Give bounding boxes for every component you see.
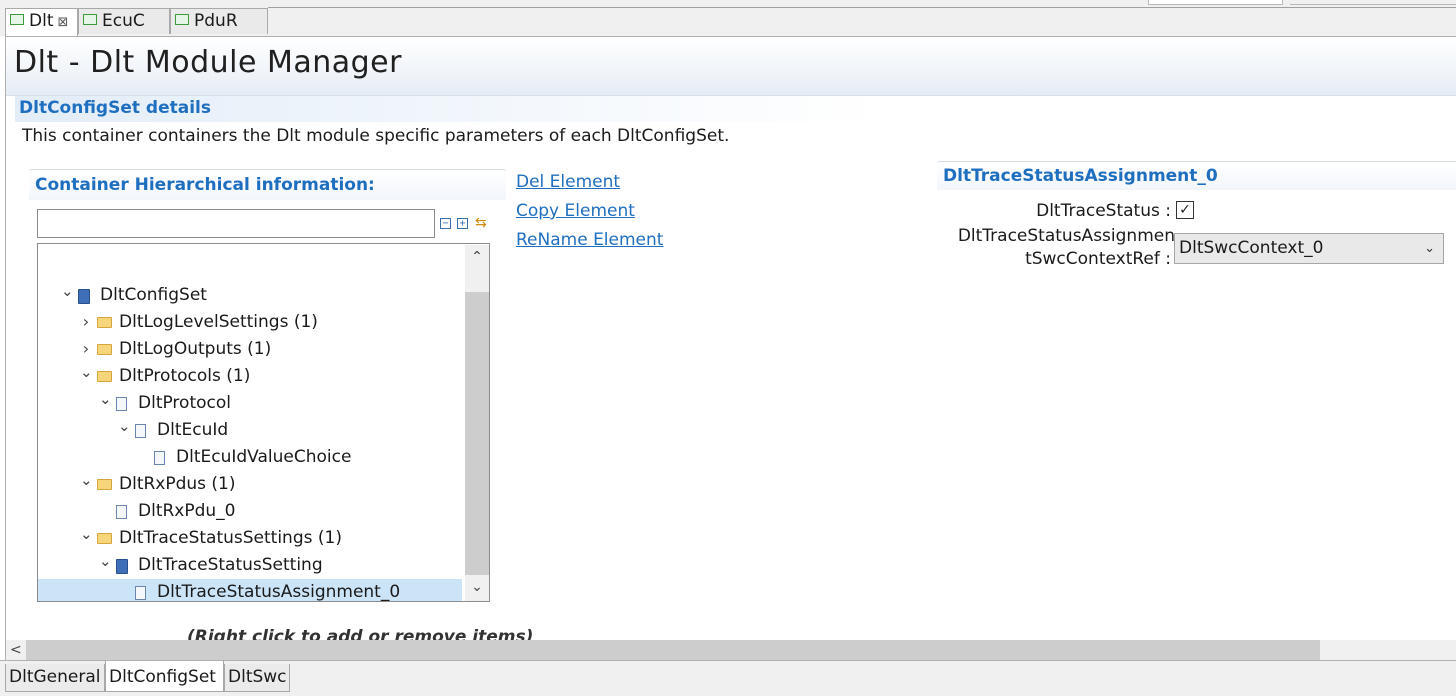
swc-context-ref-label-line1: DltTraceStatusAssignmen bbox=[957, 226, 1175, 246]
right-click-hint: (Right click to add or remove items) bbox=[187, 627, 534, 640]
copy-element-link[interactable]: Copy Element bbox=[516, 201, 635, 221]
section-title: DltConfigSet details bbox=[19, 98, 211, 118]
trace-status-checkbox[interactable]: ✓ bbox=[1176, 201, 1194, 219]
tree-node-label: DltConfigSet bbox=[100, 285, 207, 305]
tree-vertical-scrollbar[interactable]: ⌃ ⌄ bbox=[465, 245, 489, 601]
tab-dltconfigset[interactable]: DltConfigSet bbox=[105, 661, 224, 692]
chevron-down-icon[interactable]: ⌄ bbox=[80, 359, 93, 386]
tab-dlt[interactable]: Dlt ⊠ bbox=[5, 8, 78, 37]
tree-node-label: DltProtocol bbox=[138, 393, 231, 413]
tab-strip-border bbox=[268, 7, 1456, 8]
chevron-down-icon[interactable]: ⌄ bbox=[80, 521, 93, 548]
editor-file-icon bbox=[10, 14, 24, 25]
chevron-right-icon[interactable]: › bbox=[80, 308, 92, 335]
container-icon bbox=[78, 289, 90, 304]
tree-node-label: DltLogLevelSettings (1) bbox=[119, 312, 318, 332]
tree-node[interactable]: DltRxPdu_0 bbox=[38, 498, 462, 525]
tree-node[interactable]: DltTraceStatusAssignment_0 bbox=[38, 579, 462, 602]
tab-dlt-label: Dlt bbox=[29, 11, 54, 31]
rename-element-link[interactable]: ReName Element bbox=[516, 230, 663, 250]
tree-node[interactable]: › DltLogLevelSettings (1) bbox=[38, 309, 462, 336]
scroll-down-icon[interactable]: ⌄ bbox=[465, 575, 489, 599]
tree-filter-input[interactable] bbox=[37, 209, 435, 238]
toolbar-field[interactable] bbox=[1148, 0, 1283, 5]
document-icon bbox=[116, 397, 127, 411]
tab-dltgeneral[interactable]: DltGeneral bbox=[5, 664, 105, 692]
horizontal-scrollbar-thumb[interactable] bbox=[26, 640, 1320, 660]
folder-icon bbox=[97, 533, 112, 544]
container-icon bbox=[116, 559, 128, 574]
document-icon bbox=[135, 586, 146, 600]
tree-node-label: DltTraceStatusSetting bbox=[138, 555, 323, 575]
tree-node[interactable]: ⌄ DltConfigSet bbox=[38, 282, 462, 309]
tree-node-label: DltEcuIdValueChoice bbox=[176, 447, 352, 467]
tree-node-label: DltEcuId bbox=[157, 420, 229, 440]
section-description: This container containers the Dlt module… bbox=[22, 126, 730, 146]
tab-ecuc[interactable]: EcuC bbox=[78, 8, 170, 34]
hierarchy-pane-title: Container Hierarchical information: bbox=[35, 175, 375, 195]
details-pane-title: DltTraceStatusAssignment_0 bbox=[943, 166, 1218, 186]
link-with-editor-icon[interactable]: ⇆ bbox=[475, 215, 487, 231]
tree-node-label: DltProtocols (1) bbox=[119, 366, 251, 386]
trace-status-label: DltTraceStatus : bbox=[1036, 201, 1171, 221]
page-tab-strip: DltGeneral DltConfigSet DltSwc bbox=[0, 660, 1456, 696]
collapse-all-icon[interactable]: − bbox=[440, 218, 451, 229]
scroll-left-icon[interactable]: < bbox=[10, 640, 22, 660]
document-icon bbox=[154, 451, 165, 465]
chevron-down-icon[interactable]: ⌄ bbox=[118, 413, 131, 440]
del-element-link[interactable]: Del Element bbox=[516, 172, 620, 192]
tab-pdur-label: PduR bbox=[194, 11, 238, 31]
chevron-down-icon[interactable]: ⌄ bbox=[80, 467, 93, 494]
expand-all-icon[interactable]: + bbox=[457, 218, 468, 229]
page-title: Dlt - Dlt Module Manager bbox=[14, 45, 402, 80]
folder-icon bbox=[97, 317, 112, 328]
scrollbar-thumb[interactable] bbox=[465, 292, 489, 575]
chevron-down-icon[interactable]: ⌄ bbox=[99, 386, 112, 413]
swc-context-ref-value: DltSwcContext_0 bbox=[1179, 238, 1324, 258]
tab-pdur[interactable]: PduR bbox=[170, 8, 268, 34]
folder-icon bbox=[97, 479, 112, 490]
tree-node[interactable]: ⌄ DltRxPdus (1) bbox=[38, 471, 462, 498]
tree-node-label: DltRxPdus (1) bbox=[119, 474, 236, 494]
tree-node[interactable]: › DltLogOutputs (1) bbox=[38, 336, 462, 363]
tree-node-label: DltLogOutputs (1) bbox=[119, 339, 272, 359]
tab-ecuc-label: EcuC bbox=[102, 11, 145, 31]
editor-file-icon bbox=[83, 14, 97, 25]
tree-node[interactable]: DltEcuIdValueChoice bbox=[38, 444, 462, 471]
chevron-down-icon[interactable]: ⌄ bbox=[99, 548, 112, 575]
editor-frame: Dlt - Dlt Module Manager DltConfigSet de… bbox=[5, 36, 1456, 660]
tab-dltswc[interactable]: DltSwc bbox=[224, 664, 290, 692]
tree-node[interactable]: ⌄ DltEcuId bbox=[38, 417, 462, 444]
document-icon bbox=[135, 424, 146, 438]
tree-node[interactable]: ⌄ DltTraceStatusSetting bbox=[38, 552, 462, 579]
folder-icon bbox=[97, 371, 112, 382]
editor-file-icon bbox=[175, 14, 189, 25]
editor-tab-strip: Dlt ⊠ EcuC PduR bbox=[0, 0, 1456, 37]
swc-context-ref-label-line2: tSwcContextRef : bbox=[1025, 249, 1171, 269]
scroll-up-icon[interactable]: ⌃ bbox=[465, 245, 489, 269]
tree-node-label: DltTraceStatusSettings (1) bbox=[119, 528, 342, 548]
toolbar-area bbox=[1290, 0, 1456, 5]
swc-context-ref-select[interactable]: DltSwcContext_0 ⌄ bbox=[1174, 233, 1444, 264]
horizontal-scrollbar[interactable]: < bbox=[6, 640, 1456, 660]
folder-icon bbox=[97, 344, 112, 355]
header-band: Dlt - Dlt Module Manager bbox=[6, 37, 1456, 96]
tree-node-label: DltTraceStatusAssignment_0 bbox=[157, 582, 401, 602]
document-icon bbox=[116, 505, 127, 519]
section-header bbox=[15, 96, 1456, 122]
container-tree[interactable]: ⌄ DltConfigSet › DltLogLevelSettings (1) › Dl… bbox=[37, 243, 490, 602]
chevron-right-icon[interactable]: › bbox=[80, 335, 92, 362]
tree-node-label: DltRxPdu_0 bbox=[138, 501, 236, 521]
tree-node[interactable]: ⌄ DltProtocol bbox=[38, 390, 462, 417]
chevron-down-icon[interactable]: ⌄ bbox=[61, 278, 74, 305]
close-icon[interactable]: ⊠ bbox=[57, 15, 68, 30]
chevron-down-icon: ⌄ bbox=[1424, 241, 1435, 256]
